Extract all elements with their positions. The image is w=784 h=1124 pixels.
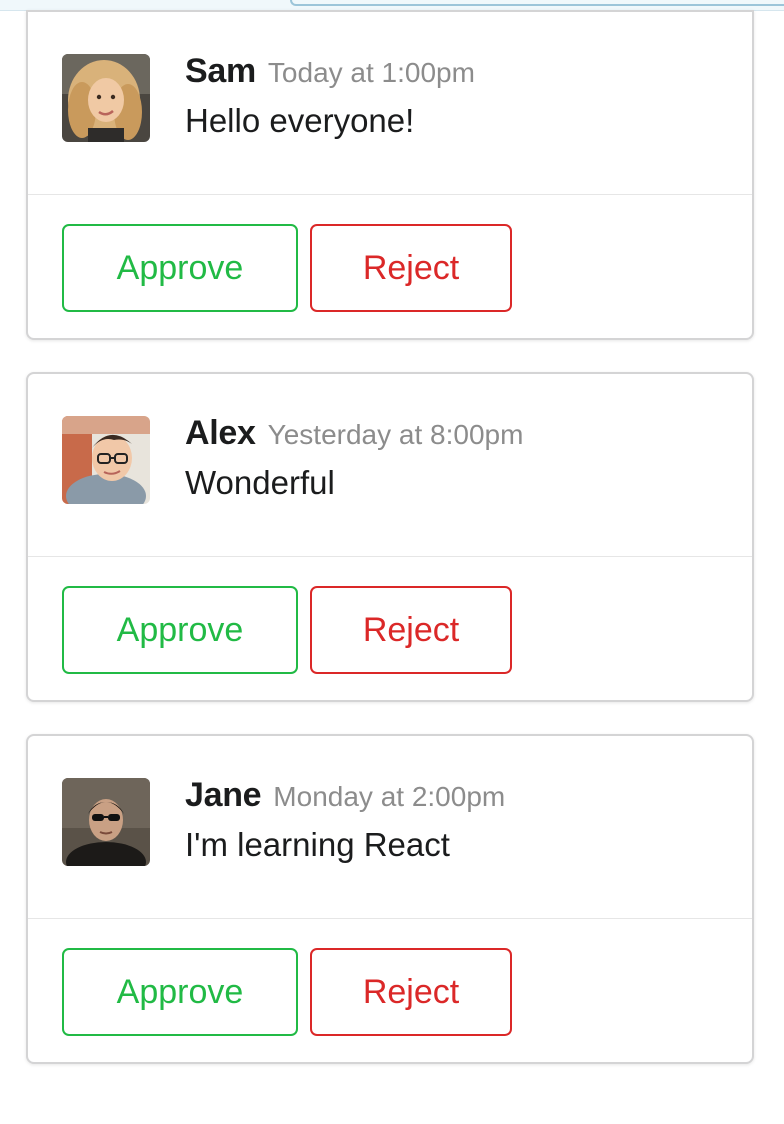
comment-meta: Sam Today at 1:00pm [185,52,475,91]
user-avatar-alex-icon [62,416,150,504]
reject-button[interactable]: Reject [310,948,512,1036]
avatar[interactable] [62,416,150,504]
comment: Alex Yesterday at 8:00pm Wonderful [28,374,752,557]
avatar[interactable] [62,54,150,142]
approval-actions: Approve Reject [62,586,512,674]
comment-timestamp: Monday at 2:00pm [273,781,506,812]
approval-actions: Approve Reject [62,224,512,312]
comment-meta: Jane Monday at 2:00pm [185,776,505,815]
approve-button[interactable]: Approve [62,224,298,312]
comment-author[interactable]: Sam [185,52,256,90]
comment-text: Wonderful [185,464,335,501]
comment: Jane Monday at 2:00pm I'm learning React [28,736,752,919]
comment-text: Hello everyone! [185,102,415,139]
user-avatar-jane-icon [62,778,150,866]
user-avatar-sam-icon [62,54,150,142]
approval-card: Jane Monday at 2:00pm I'm learning React … [26,734,754,1064]
comment-timestamp: Today at 1:00pm [267,57,475,88]
approve-button[interactable]: Approve [62,948,298,1036]
reject-button[interactable]: Reject [310,586,512,674]
comment-author[interactable]: Jane [185,776,262,814]
scroll-indicator [290,0,784,6]
approval-actions: Approve Reject [62,948,512,1036]
comment-meta: Alex Yesterday at 8:00pm [185,414,523,453]
comment-timestamp: Yesterday at 8:00pm [267,419,524,450]
comment-author[interactable]: Alex [185,414,256,452]
approval-card-list: Sam Today at 1:00pm Hello everyone! Appro… [26,10,754,1096]
comment-text: I'm learning React [185,826,450,863]
comment: Sam Today at 1:00pm Hello everyone! [28,12,752,195]
reject-button[interactable]: Reject [310,224,512,312]
approve-button[interactable]: Approve [62,586,298,674]
approval-card: Alex Yesterday at 8:00pm Wonderful Approv… [26,372,754,702]
avatar[interactable] [62,778,150,866]
approval-card: Sam Today at 1:00pm Hello everyone! Appro… [26,10,754,340]
